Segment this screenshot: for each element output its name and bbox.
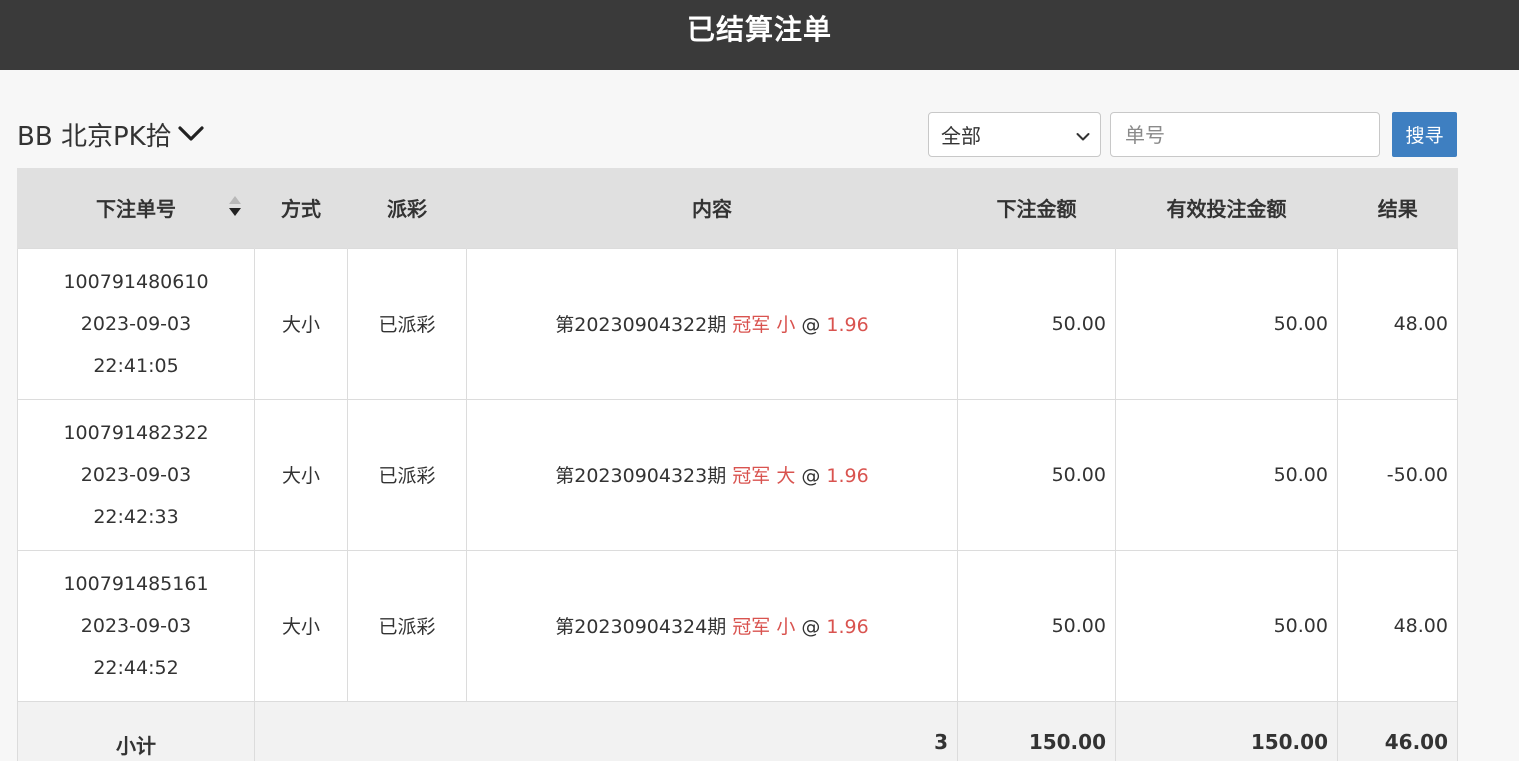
order-number: 100791480610 [63,270,209,293]
order-id-cell: 100791482322 2023-09-03 22:42:33 [17,398,255,551]
order-number-search-input[interactable] [1110,112,1380,157]
order-time: 22:41:05 [93,354,179,377]
page-title: 已结算注单 [686,13,832,46]
content-cell: 第20230904324期 冠军 小 @ 1.96 [466,549,958,702]
search-button[interactable]: 搜寻 [1392,112,1457,157]
table-row: 100791485161 2023-09-03 22:44:52 大小 已派彩 … [17,549,1458,702]
payout-status-cell: 已派彩 [347,398,467,551]
valid-amount-cell: 50.00 [1115,247,1338,400]
order-time: 22:44:52 [93,656,179,679]
order-number: 100791482322 [63,421,209,444]
column-header-valid-amount: 有效投注金额 [1115,168,1338,248]
valid-amount-cell: 50.00 [1115,398,1338,551]
order-number: 100791485161 [63,572,209,595]
order-time: 22:42:33 [93,505,179,528]
payout-status-cell: 已派彩 [347,247,467,400]
chevron-down-icon [1076,123,1090,147]
bet-pick: 冠军 大 [732,465,796,487]
at-sign: @ [801,465,821,487]
column-header-payout: 派彩 [347,168,467,248]
result-cell: 48.00 [1337,549,1458,702]
game-selector[interactable]: BB 北京PK拾 [17,114,204,154]
top-bar: 已结算注单 [0,0,1519,70]
order-date: 2023-09-03 [80,614,192,637]
game-name: BB 北京PK拾 [17,121,172,152]
issue-number: 第20230904324期 [555,616,727,638]
content-cell: 第20230904323期 冠军 大 @ 1.96 [466,398,958,551]
content-cell: 第20230904322期 冠军 小 @ 1.96 [466,247,958,400]
bet-pick: 冠军 小 [732,616,796,638]
sort-icon[interactable] [228,196,242,220]
bet-amount-cell: 50.00 [957,549,1116,702]
odds: 1.96 [826,314,869,336]
chevron-down-icon [178,125,204,147]
at-sign: @ [801,314,821,336]
subtotal-result: 46.00 [1337,700,1458,761]
column-header-bet-amount: 下注金额 [957,168,1116,248]
filter-select-value: 全部 [941,124,981,148]
bet-amount-cell: 50.00 [957,247,1116,400]
column-header-label: 下注单号 [96,197,176,222]
column-header-content: 内容 [466,168,958,248]
method-cell: 大小 [254,247,348,400]
order-id-cell: 100791480610 2023-09-03 22:41:05 [17,247,255,400]
odds: 1.96 [826,465,869,487]
bet-amount-cell: 50.00 [957,398,1116,551]
issue-number: 第20230904323期 [555,465,727,487]
bet-pick: 冠军 小 [732,314,796,336]
issue-number: 第20230904322期 [555,314,727,336]
settled-orders-table: 下注单号 方式 派彩 内容 下注金额 有效投注金额 结果 10079148061… [17,168,1458,761]
filter-select[interactable]: 全部 [928,112,1101,157]
method-cell: 大小 [254,549,348,702]
order-id-cell: 100791485161 2023-09-03 22:44:52 [17,549,255,702]
table-row: 100791482322 2023-09-03 22:42:33 大小 已派彩 … [17,398,1458,551]
subtotal-bet-amount: 150.00 [957,700,1116,761]
method-cell: 大小 [254,398,348,551]
payout-status-cell: 已派彩 [347,549,467,702]
table-header-row: 下注单号 方式 派彩 内容 下注金额 有效投注金额 结果 [17,168,1458,248]
order-date: 2023-09-03 [80,463,192,486]
subtotal-label: 小计 [17,700,255,761]
column-header-method: 方式 [254,168,348,248]
column-header-result: 结果 [1337,168,1458,248]
result-cell: 48.00 [1337,247,1458,400]
result-cell: -50.00 [1337,398,1458,551]
subtotal-valid-amount: 150.00 [1115,700,1338,761]
valid-amount-cell: 50.00 [1115,549,1338,702]
order-date: 2023-09-03 [80,312,192,335]
odds: 1.96 [826,616,869,638]
subtotal-count: 3 [254,700,958,761]
column-header-order-no[interactable]: 下注单号 [17,168,255,248]
at-sign: @ [801,616,821,638]
table-row: 100791480610 2023-09-03 22:41:05 大小 已派彩 … [17,247,1458,400]
subtotal-row: 小计 3 150.00 150.00 46.00 [17,700,1458,761]
